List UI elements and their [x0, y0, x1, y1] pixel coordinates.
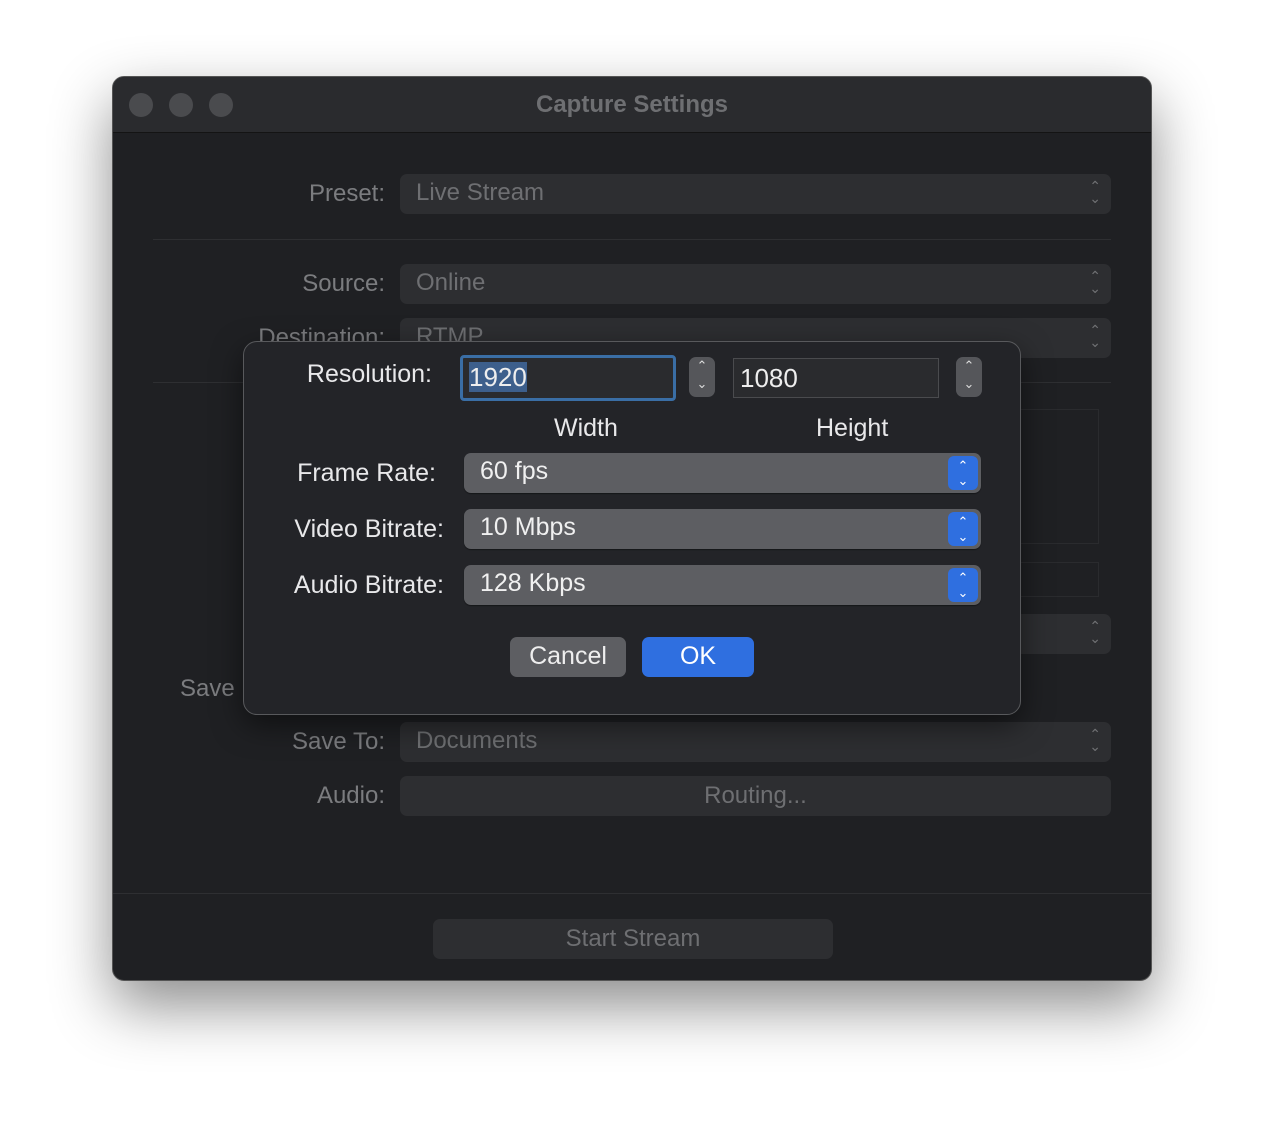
- preset-label: Preset:: [308, 180, 385, 207]
- video-settings-sheet: Resolution: 1920 ⌃ ⌄ 1080 ⌃ ⌄ Width Height…: [243, 341, 1021, 715]
- save-label: Save: [180, 675, 235, 702]
- start-stream-button[interactable]: Start Stream: [433, 919, 833, 959]
- height-value: 1080: [740, 363, 798, 393]
- video-bitrate-popup[interactable]: 10 Mbps ⌃ ⌄: [464, 509, 981, 549]
- height-input[interactable]: 1080: [733, 358, 939, 398]
- source-popup[interactable]: Online ⌃ ⌄: [400, 264, 1111, 304]
- frame-rate-popup[interactable]: 60 fps ⌃ ⌄: [464, 453, 981, 493]
- height-caption: Height: [816, 414, 889, 442]
- width-input[interactable]: 1920: [460, 355, 676, 401]
- width-value: 1920: [469, 362, 527, 392]
- frame-rate-value: 60 fps: [480, 457, 549, 485]
- footer-divider: [113, 893, 1151, 894]
- audio-label: Audio:: [316, 782, 385, 809]
- resolution-label: Resolution:: [306, 360, 432, 388]
- source-value: Online: [416, 269, 486, 296]
- video-bitrate-label: Video Bitrate:: [294, 515, 444, 543]
- width-stepper[interactable]: ⌃ ⌄: [689, 357, 715, 397]
- cancel-button[interactable]: Cancel: [510, 637, 626, 677]
- audio-bitrate-label: Audio Bitrate:: [293, 571, 444, 599]
- width-caption: Width: [554, 414, 618, 442]
- video-bitrate-value: 10 Mbps: [480, 513, 576, 541]
- divider: [153, 239, 1111, 240]
- save-to-popup[interactable]: Documents ⌃ ⌄: [400, 722, 1111, 762]
- ok-button[interactable]: OK: [642, 637, 754, 677]
- chevron-updown-icon: ⌃ ⌄: [1089, 618, 1101, 646]
- preset-popup[interactable]: Live Stream ⌃ ⌄: [400, 174, 1111, 214]
- chevron-updown-icon: ⌃ ⌄: [1089, 322, 1101, 350]
- chevron-updown-icon: ⌃ ⌄: [948, 512, 978, 546]
- routing-button[interactable]: Routing...: [400, 776, 1111, 816]
- window-title: Capture Settings: [535, 91, 729, 118]
- audio-bitrate-value: 128 Kbps: [480, 569, 586, 597]
- chevron-updown-icon: ⌃ ⌄: [1089, 268, 1101, 296]
- save-to-value: Documents: [416, 727, 538, 754]
- height-stepper[interactable]: ⌃ ⌄: [956, 357, 982, 397]
- chevron-updown-icon: ⌃ ⌄: [948, 456, 978, 490]
- chevron-updown-icon: ⌃ ⌄: [1089, 726, 1101, 754]
- frame-rate-label: Frame Rate:: [297, 459, 436, 487]
- audio-bitrate-popup[interactable]: 128 Kbps ⌃ ⌄: [464, 565, 981, 605]
- chevron-updown-icon: ⌃ ⌄: [948, 568, 978, 602]
- settings-field: [1013, 562, 1099, 597]
- preset-value: Live Stream: [416, 179, 545, 206]
- settings-panel: [1013, 409, 1099, 544]
- title-bar: Capture Settings: [113, 77, 1151, 133]
- chevron-updown-icon: ⌃ ⌄: [1089, 178, 1101, 206]
- save-to-label: Save To:: [292, 728, 385, 755]
- source-label: Source:: [302, 270, 385, 297]
